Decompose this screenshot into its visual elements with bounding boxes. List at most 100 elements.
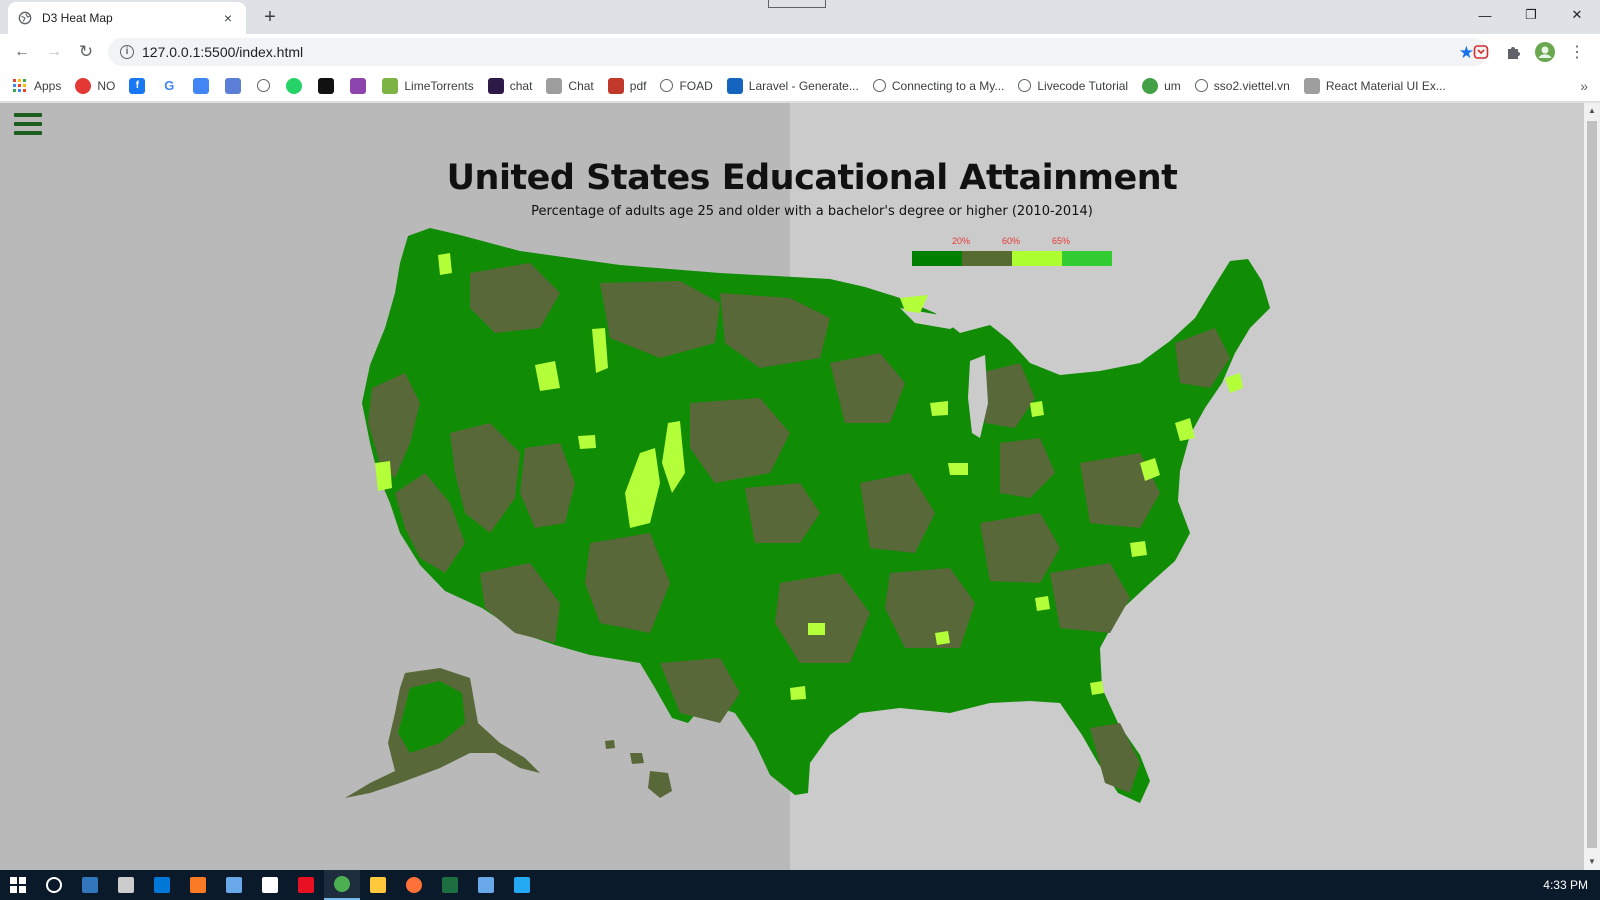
cortana-icon: [46, 877, 62, 893]
taskbar-edge-button[interactable]: [72, 870, 108, 900]
store-icon: [262, 877, 278, 893]
extensions-button[interactable]: [1502, 41, 1524, 63]
bookmark-hand[interactable]: [225, 77, 242, 94]
puzzle-icon: [1508, 47, 1520, 59]
bookmark-chat[interactable]: chat: [487, 77, 533, 94]
address-bar[interactable]: i 127.0.0.1:5500/index.html ★: [108, 38, 1488, 66]
new-tab-button[interactable]: +: [258, 6, 282, 30]
xampp-icon: [190, 877, 206, 893]
lime-county-illinois: [948, 463, 968, 475]
globe-icon: [18, 11, 32, 25]
bookmark-sso2-viettel-vn[interactable]: sso2.viettel.vn: [1194, 78, 1290, 93]
bookmark-app[interactable]: [318, 77, 335, 94]
bookmark-react-material-ui-ex[interactable]: React Material UI Ex...: [1303, 77, 1446, 94]
pocket-extension-icon[interactable]: [1470, 41, 1492, 63]
bookmark-label: React Material UI Ex...: [1325, 78, 1446, 93]
whatsapp-icon: [286, 77, 303, 94]
close-window-button[interactable]: ✕: [1554, 0, 1600, 30]
globe-icon: [660, 79, 674, 92]
bookmark-connecting-to-a-my[interactable]: Connecting to a My...: [872, 79, 1004, 93]
browser-toolbar: ← → ↻ i 127.0.0.1:5500/index.html ★ ⋮: [0, 34, 1600, 70]
bookmark-translate[interactable]: [193, 77, 210, 94]
bookmark-google[interactable]: G: [161, 78, 177, 94]
tab-d3-heat-map[interactable]: D3 Heat Map ×: [8, 2, 246, 34]
bookmarks-overflow-button[interactable]: »: [1580, 78, 1588, 94]
scroll-down-arrow[interactable]: ▼: [1584, 854, 1600, 870]
restore-button[interactable]: ❐: [1508, 0, 1554, 30]
scroll-up-arrow[interactable]: ▲: [1584, 103, 1600, 119]
taskbar-windows-start-button[interactable]: [0, 870, 36, 900]
legend-label-65: 65%: [1052, 236, 1071, 246]
bookmark-label: NO: [97, 78, 116, 93]
bookmark-label: sso2.viettel.vn: [1213, 78, 1290, 93]
bookmark-apps[interactable]: Apps: [12, 78, 61, 94]
taskbar-terminal-button[interactable]: [108, 870, 144, 900]
taskbar-cortana-button[interactable]: [36, 870, 72, 900]
taskbar-vscode-button[interactable]: [504, 870, 540, 900]
hawaii-maui: [630, 753, 644, 764]
avatar-icon: [1535, 42, 1555, 62]
tab-close-icon[interactable]: ×: [220, 10, 236, 26]
minimize-button[interactable]: —: [1462, 0, 1508, 30]
legend-swatch-3: [1012, 251, 1062, 266]
bookmark-pdf[interactable]: pdf: [607, 77, 646, 94]
site-info-icon[interactable]: i: [120, 45, 134, 59]
taskbar-chrome-button[interactable]: [324, 870, 360, 900]
page-title: United States Educational Attainment: [446, 158, 1178, 198]
taskbar-mail-button[interactable]: [144, 870, 180, 900]
chrome-icon: [334, 876, 350, 892]
vscode-icon: [514, 877, 530, 893]
taskbar-firefox-button[interactable]: [396, 870, 432, 900]
tab-strip: D3 Heat Map × + — ❐ ✕: [0, 0, 1600, 34]
bookmark-facebook[interactable]: f: [129, 77, 146, 94]
chrome-icon: [75, 77, 92, 94]
bookmark-chat[interactable]: Chat: [546, 77, 594, 94]
bookmark-label: LimeTorrents: [404, 78, 474, 93]
page-scrollbar[interactable]: ▲ ▼: [1584, 103, 1600, 870]
page-viewport: United States Educational Attainment Per…: [0, 103, 1584, 870]
lime-county-texas-a: [808, 623, 825, 635]
hawaii-big-island: [648, 771, 672, 798]
firefox-icon: [406, 877, 422, 893]
image-icon: [546, 77, 563, 94]
globe-icon: [1194, 79, 1208, 92]
profile-avatar[interactable]: [1534, 41, 1556, 63]
hamburger-menu-icon[interactable]: [14, 113, 42, 137]
bookmark-whatsapp[interactable]: [286, 77, 303, 94]
lime-icon: [382, 77, 399, 94]
bookmark-label: chat: [509, 78, 533, 93]
globe-icon: [257, 79, 271, 92]
bookmark-livecode-tutorial[interactable]: Livecode Tutorial: [1018, 79, 1128, 93]
bookmark-limetorrents[interactable]: LimeTorrents: [382, 77, 474, 94]
legend-label-60: 60%: [1002, 236, 1021, 246]
window-drag-handle[interactable]: [768, 0, 826, 8]
reload-button[interactable]: ↻: [74, 40, 98, 64]
clock[interactable]: 4:33 PM: [1543, 878, 1588, 892]
media-icon: [298, 877, 314, 893]
bookmark-foad[interactable]: FOAD: [660, 79, 713, 93]
translate-icon: [193, 77, 210, 94]
scrollbar-thumb[interactable]: [1587, 121, 1597, 848]
bookmark-no[interactable]: NO: [75, 77, 116, 94]
taskbar-store-button[interactable]: [252, 870, 288, 900]
legend-swatch-2: [962, 251, 1012, 266]
taskbar-media-button[interactable]: [288, 870, 324, 900]
bookmark-label: Chat: [568, 78, 594, 93]
app-icon: [226, 877, 242, 893]
apps-grid-icon: [12, 78, 28, 94]
forward-button[interactable]: →: [42, 40, 66, 64]
taskbar-app-button[interactable]: [216, 870, 252, 900]
taskbar-xampp-button[interactable]: [180, 870, 216, 900]
taskbar-excel-button[interactable]: [432, 870, 468, 900]
bookmark-laravel-generate[interactable]: Laravel - Generate...: [726, 77, 859, 94]
bookmark-globe[interactable]: [257, 79, 271, 92]
taskbar-app-button[interactable]: [468, 870, 504, 900]
back-button[interactable]: ←: [10, 40, 34, 64]
taskbar-explorer-button[interactable]: [360, 870, 396, 900]
bookmark-label: Laravel - Generate...: [748, 78, 859, 93]
bookmark-um[interactable]: um: [1142, 77, 1181, 94]
page-subtitle: Percentage of adults age 25 and older wi…: [531, 204, 1093, 219]
bookmark-cube[interactable]: [350, 77, 367, 94]
lime-county-texas-b: [790, 686, 806, 700]
chrome-menu-button[interactable]: ⋮: [1566, 41, 1588, 63]
